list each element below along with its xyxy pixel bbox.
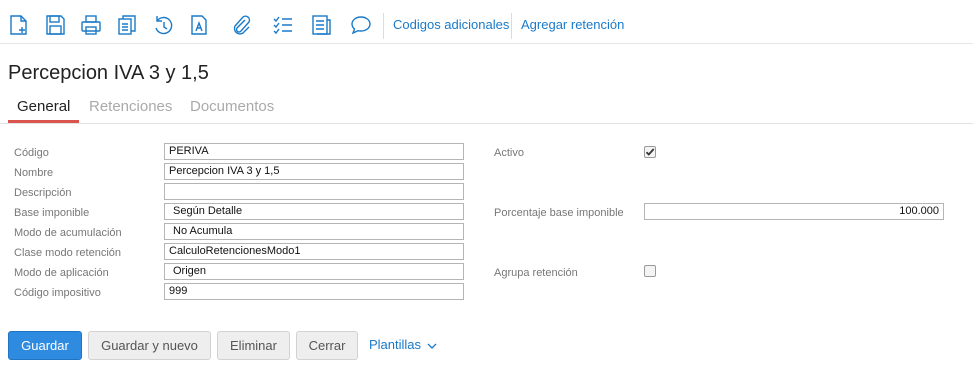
print-icon[interactable]	[80, 13, 102, 37]
new-document-icon[interactable]	[8, 13, 30, 37]
modo-aplicacion-select[interactable]: Origen	[164, 263, 464, 280]
cerrar-button[interactable]: Cerrar	[296, 331, 358, 360]
attachment-icon[interactable]	[230, 13, 252, 37]
chevron-down-icon	[427, 343, 437, 349]
tab-documentos[interactable]: Documentos	[190, 98, 274, 115]
descripcion-field[interactable]	[164, 183, 464, 200]
codigo-impositivo-field[interactable]: 999	[164, 283, 464, 300]
text-document-icon[interactable]	[188, 13, 210, 37]
copy-icon[interactable]	[116, 13, 138, 37]
codigo-label: Código	[14, 147, 49, 159]
toolbar: Codigos adicionales Agregar retención	[0, 0, 973, 44]
tab-general[interactable]: General	[17, 98, 70, 115]
tab-bar: General Retenciones Documentos	[0, 96, 973, 124]
activo-label: Activo	[494, 147, 524, 159]
plantillas-dropdown[interactable]: Plantillas	[369, 337, 437, 352]
nombre-field[interactable]: Percepcion IVA 3 y 1,5	[164, 163, 464, 180]
descripcion-label: Descripción	[14, 187, 72, 199]
toolbar-separator	[383, 13, 384, 39]
comment-icon[interactable]	[350, 13, 372, 37]
page-title: Percepcion IVA 3 y 1,5	[8, 62, 209, 84]
agrupa-retencion-checkbox[interactable]	[644, 265, 656, 277]
modo-aplicacion-label: Modo de aplicación	[14, 267, 109, 279]
codigo-impositivo-label: Código impositivo	[14, 287, 101, 299]
activo-checkbox[interactable]	[644, 146, 656, 158]
plantillas-label: Plantillas	[369, 337, 422, 352]
nombre-label: Nombre	[14, 167, 54, 179]
tab-retenciones[interactable]: Retenciones	[89, 98, 172, 115]
base-imponible-label: Base imponible	[14, 207, 90, 219]
eliminar-button[interactable]: Eliminar	[217, 331, 290, 360]
clase-modo-retencion-field[interactable]: CalculoRetencionesModo1	[164, 243, 464, 260]
active-tab-indicator	[8, 120, 79, 123]
porcentaje-base-imponible-label: Porcentaje base imponible	[494, 207, 624, 219]
modo-acumulacion-select[interactable]: No Acumula	[164, 223, 464, 240]
codigo-field[interactable]: PERIVA	[164, 143, 464, 160]
guardar-button[interactable]: Guardar	[8, 331, 82, 360]
base-imponible-select[interactable]: Según Detalle	[164, 203, 464, 220]
modo-acumulacion-label: Modo de acumulación	[14, 227, 122, 239]
toolbar-separator	[511, 13, 512, 39]
save-icon[interactable]	[44, 13, 66, 37]
porcentaje-base-imponible-field[interactable]: 100.000	[644, 203, 944, 220]
agrupa-retencion-label: Agrupa retención	[494, 267, 578, 279]
guardar-y-nuevo-button[interactable]: Guardar y nuevo	[88, 331, 211, 360]
checkmark-icon	[645, 148, 655, 156]
clase-modo-retencion-label: Clase modo retención	[14, 247, 122, 259]
notes-icon[interactable]	[310, 13, 332, 37]
history-icon[interactable]	[152, 13, 174, 37]
checklist-icon[interactable]	[272, 13, 294, 37]
agregar-retencion-link[interactable]: Agregar retención	[521, 17, 624, 32]
codigos-adicionales-link[interactable]: Codigos adicionales	[393, 17, 509, 32]
